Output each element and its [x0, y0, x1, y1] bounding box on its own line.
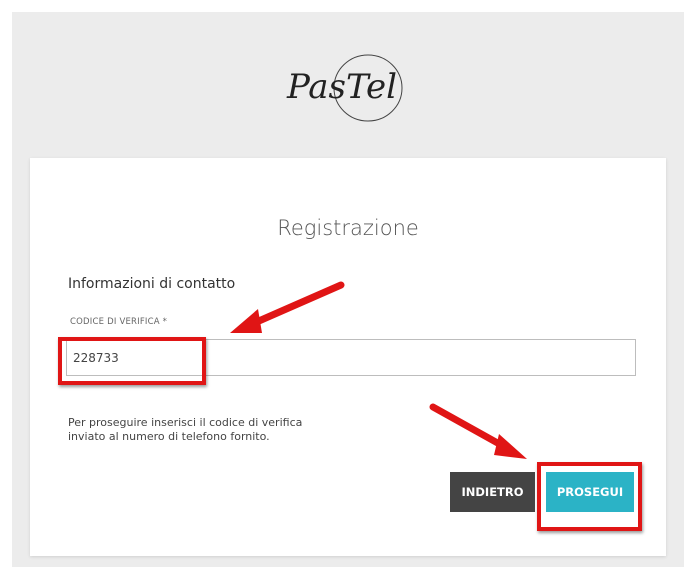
- instruction-line-2: inviato al numero di telefono fornito.: [68, 430, 270, 443]
- section-title: Informazioni di contatto: [68, 276, 236, 292]
- pastel-logo: PasTel: [286, 54, 403, 122]
- instruction-text: Per proseguire inserisci il codice di ve…: [68, 416, 388, 444]
- back-button[interactable]: INDIETRO: [450, 472, 535, 512]
- page-title: Registrazione: [277, 216, 419, 240]
- input-highlight-box: [58, 337, 206, 385]
- verification-code-label: CODICE DI VERIFICA *: [70, 317, 168, 327]
- instruction-line-1: Per proseguire inserisci il codice di ve…: [68, 416, 303, 429]
- button-highlight-box: [537, 462, 642, 531]
- logo-text: PasTel: [286, 67, 397, 107]
